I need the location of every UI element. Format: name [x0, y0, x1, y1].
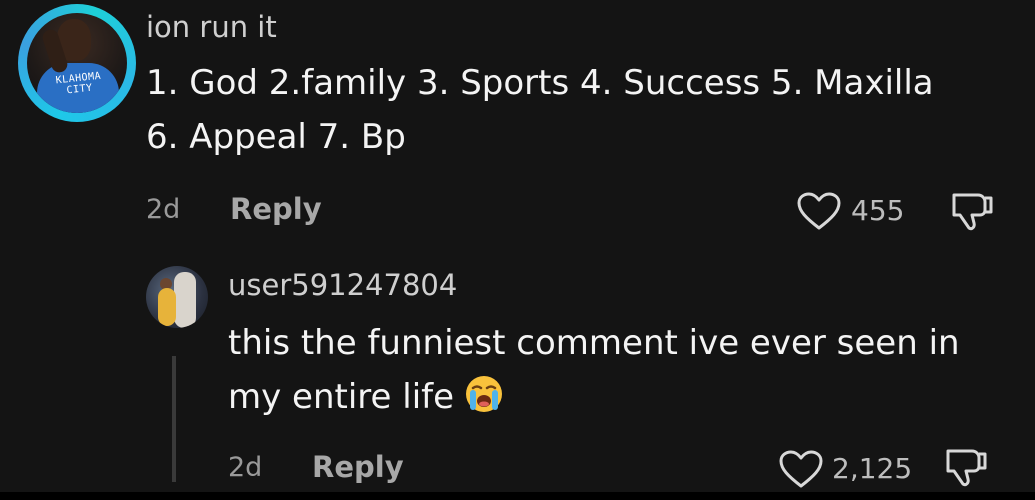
thumbs-down-icon[interactable]	[948, 190, 996, 232]
avatar-image: KLAHOMA CITY	[27, 13, 127, 113]
reply-text-line2: my entire life	[228, 377, 455, 417]
reply-username[interactable]: user591247804	[228, 268, 457, 302]
heart-icon[interactable]	[778, 450, 824, 490]
reply-timestamp: 2d	[228, 452, 263, 483]
avatar[interactable]: KLAHOMA CITY	[18, 4, 136, 122]
comment-text-line2: 6. Appeal 7. Bp	[146, 117, 406, 157]
crying-face-icon	[466, 376, 503, 412]
reply-avatar[interactable]	[146, 266, 208, 328]
reply-reply-button[interactable]: Reply	[312, 450, 404, 484]
bottom-edge	[0, 492, 1035, 500]
reply-like-count: 2,125	[832, 452, 913, 485]
reply-text-line1: this the funniest comment ive ever seen …	[228, 323, 960, 363]
heart-icon[interactable]	[796, 192, 842, 232]
like-count: 455	[851, 194, 905, 227]
comment-text-line1: 1. God 2.family 3. Sports 4. Success 5. …	[146, 63, 934, 103]
avatar-figure-2	[158, 288, 176, 326]
thread-line	[172, 356, 176, 482]
reply-text-line2-row: my entire life	[228, 370, 504, 424]
avatar-figure-1	[174, 272, 196, 328]
comment-timestamp: 2d	[146, 194, 181, 225]
thumbs-down-icon[interactable]	[942, 446, 990, 488]
comment-reply-button[interactable]: Reply	[230, 192, 322, 226]
comment-username[interactable]: ion run it	[146, 10, 277, 44]
